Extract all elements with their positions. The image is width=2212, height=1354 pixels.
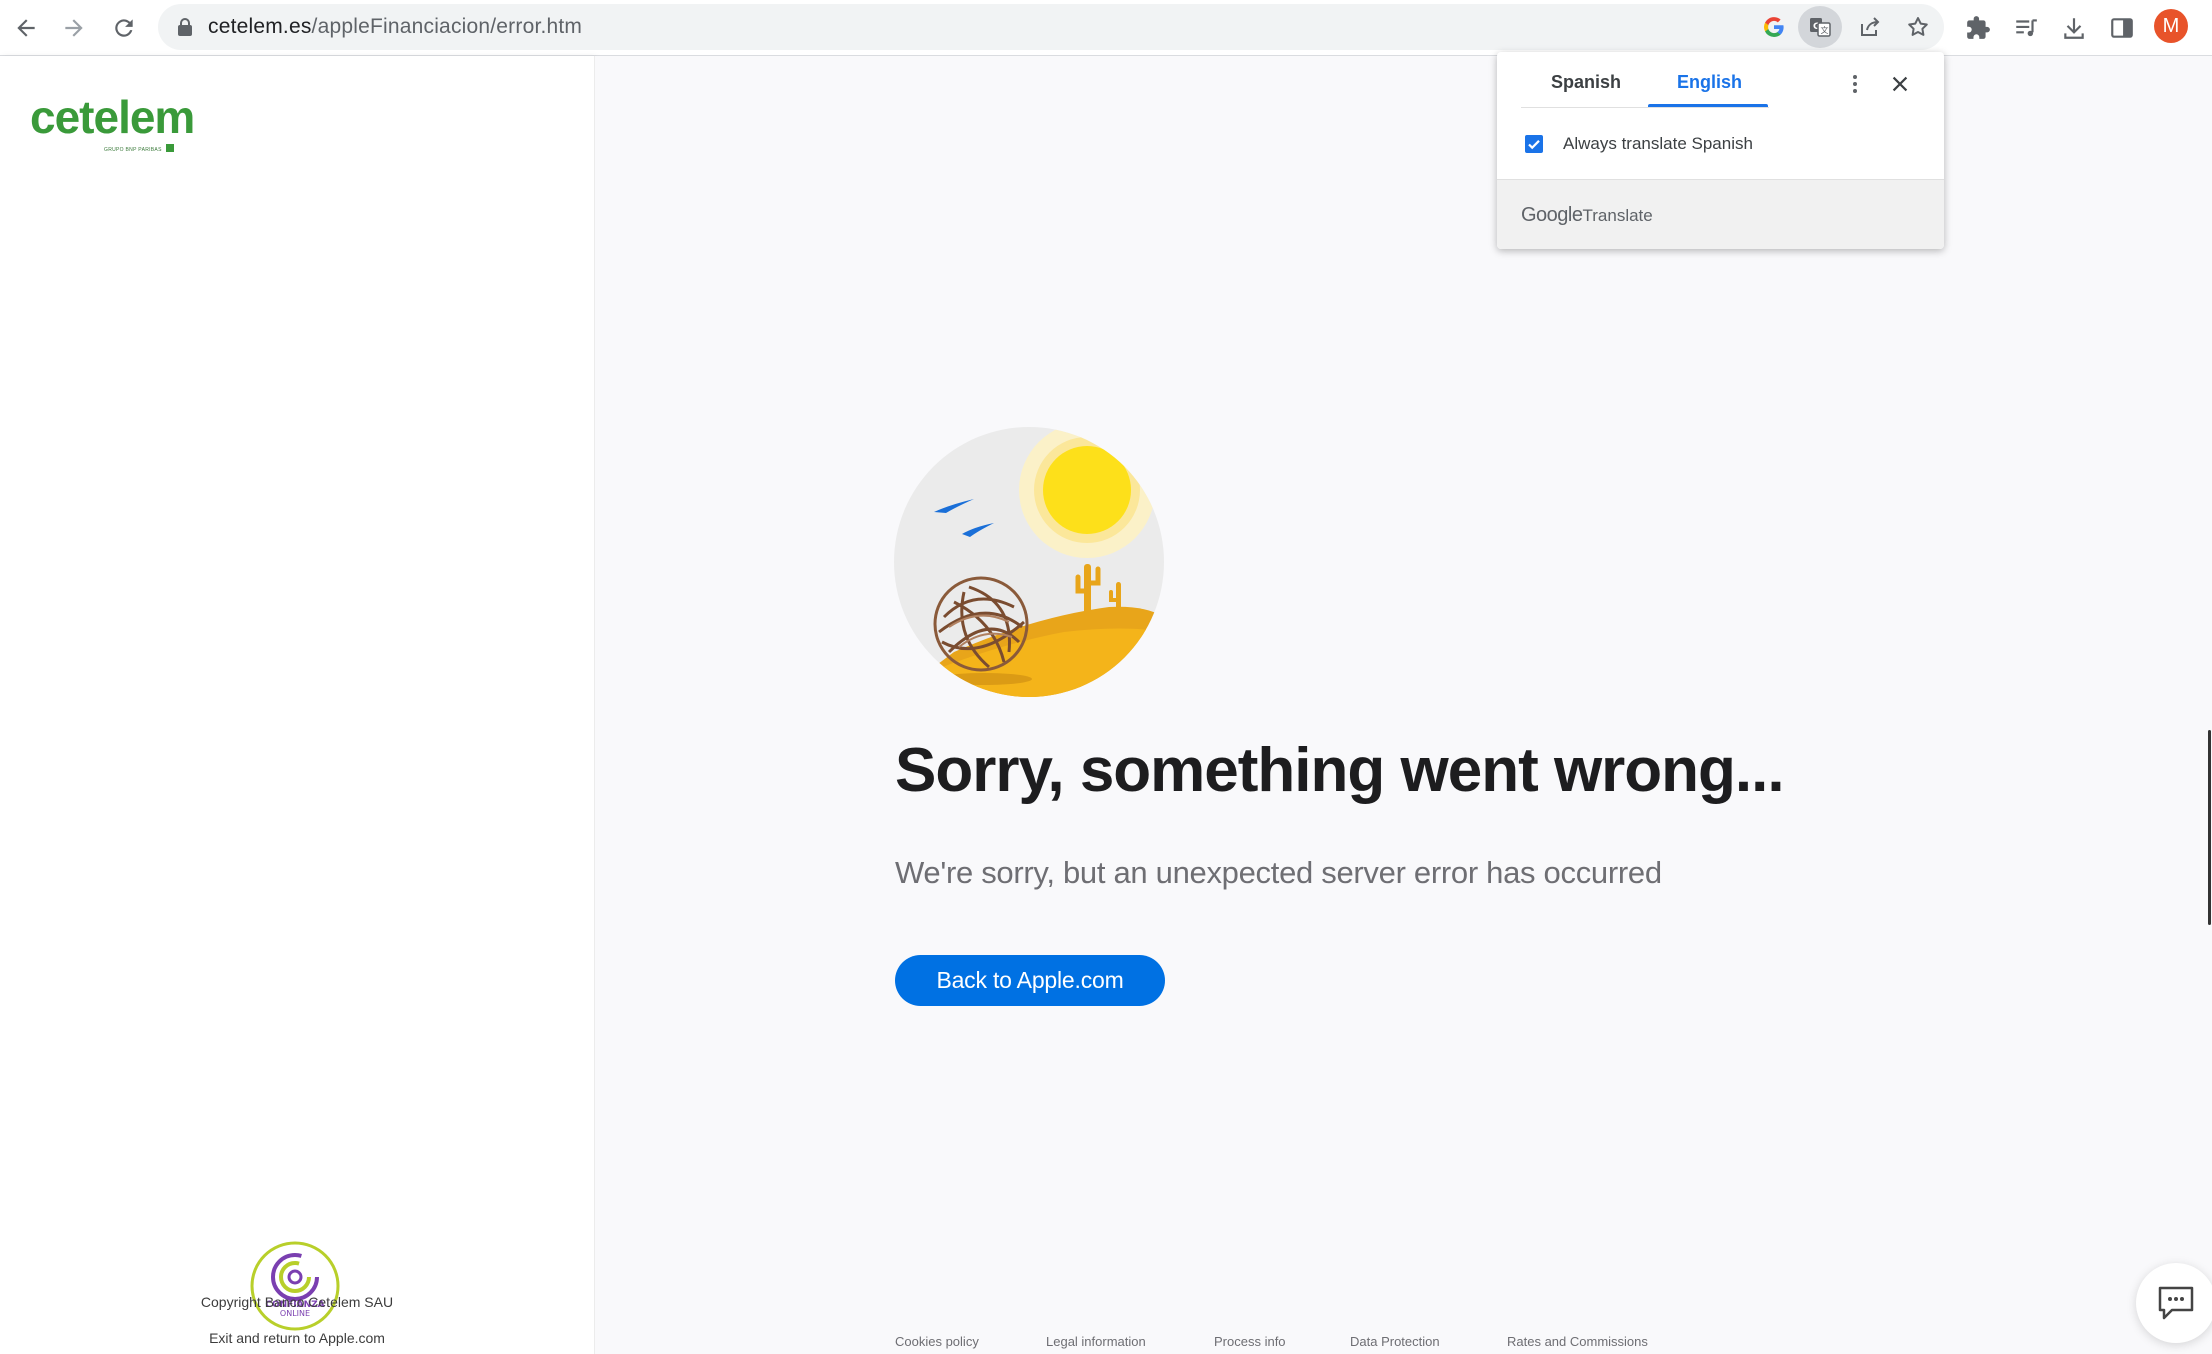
media-playlist-icon[interactable] [2008,10,2044,46]
copyright-text: Copyright Banco Cetelem SAU [200,1294,394,1310]
brand-translate: Translate [1582,206,1653,225]
brand-google: Google [1521,204,1583,226]
cetelem-logo[interactable]: cetelem GRUPO BNP PARIBAS [30,91,195,153]
share-icon[interactable] [1854,11,1886,43]
logo-text: cetelem [30,91,195,143]
arrow-back-icon[interactable] [6,8,46,48]
puzzle-icon[interactable] [1960,10,1996,46]
close-icon[interactable] [1889,73,1911,95]
google-translate-brand: GoogleTranslate [1521,204,1653,227]
star-icon[interactable] [1902,11,1934,43]
profile-avatar[interactable]: M [2154,9,2188,43]
footer-link-rates[interactable]: Rates and Commissions [1507,1334,1648,1349]
error-headline: Sorry, something went wrong... [895,736,1785,805]
lock-icon[interactable] [176,17,194,37]
always-translate-checkbox[interactable] [1525,135,1543,153]
footer-link-process[interactable]: Process info [1214,1334,1286,1349]
tab-divider [1521,107,1769,108]
chat-bubble-icon [2158,1286,2194,1320]
reload-icon[interactable] [104,8,144,48]
footer-link-legal[interactable]: Legal information [1046,1334,1146,1349]
checkmark-icon [1528,140,1540,150]
browser-toolbar: cetelem.es/appleFinanciacion/error.htm G… [0,0,2212,56]
download-icon[interactable] [2056,10,2092,46]
google-g-icon[interactable] [1758,11,1790,43]
seal-text-2: ONLINE [280,1309,310,1318]
more-vert-icon[interactable] [1843,72,1867,96]
tab-spanish[interactable]: Spanish [1551,72,1621,93]
svg-text:文: 文 [1821,25,1829,35]
desert-error-illustration-icon [894,427,1164,697]
exit-to-apple-link[interactable]: Exit and return to Apple.com [0,1330,594,1346]
active-tab-indicator [1648,104,1768,107]
chat-button[interactable] [2136,1263,2212,1343]
address-bar[interactable]: cetelem.es/appleFinanciacion/error.htm G… [158,4,1944,50]
translate-icon[interactable]: G 文 [1798,6,1842,48]
always-translate-label[interactable]: Always translate Spanish [1563,134,1753,154]
url-text[interactable]: cetelem.es/appleFinanciacion/error.htm [208,15,582,39]
translate-popup-footer: GoogleTranslate [1497,179,1944,249]
error-subheadline: We're sorry, but an unexpected server er… [895,855,1662,890]
confianza-online-seal-icon[interactable]: CONFIANZA ONLINE [250,1241,340,1331]
footer-link-cookies[interactable]: Cookies policy [895,1334,979,1349]
url-domain: cetelem.es [208,15,312,38]
url-path: /appleFinanciacion/error.htm [311,15,583,38]
left-panel: cetelem GRUPO BNP PARIBAS CONFIANZA ONLI… [0,56,595,1354]
back-to-apple-button[interactable]: Back to Apple.com [895,955,1165,1006]
main-content [595,56,2212,1354]
translate-popup: Spanish English Always translate Spanish… [1497,52,1944,249]
footer-link-data-protection[interactable]: Data Protection [1350,1334,1440,1349]
logo-square-icon [166,144,174,152]
side-panel-icon[interactable] [2104,10,2140,46]
logo-subtext: GRUPO BNP PARIBAS [104,147,162,153]
scrollbar-thumb[interactable] [2208,730,2211,925]
tab-english[interactable]: English [1677,72,1742,93]
arrow-forward-icon[interactable] [54,8,94,48]
